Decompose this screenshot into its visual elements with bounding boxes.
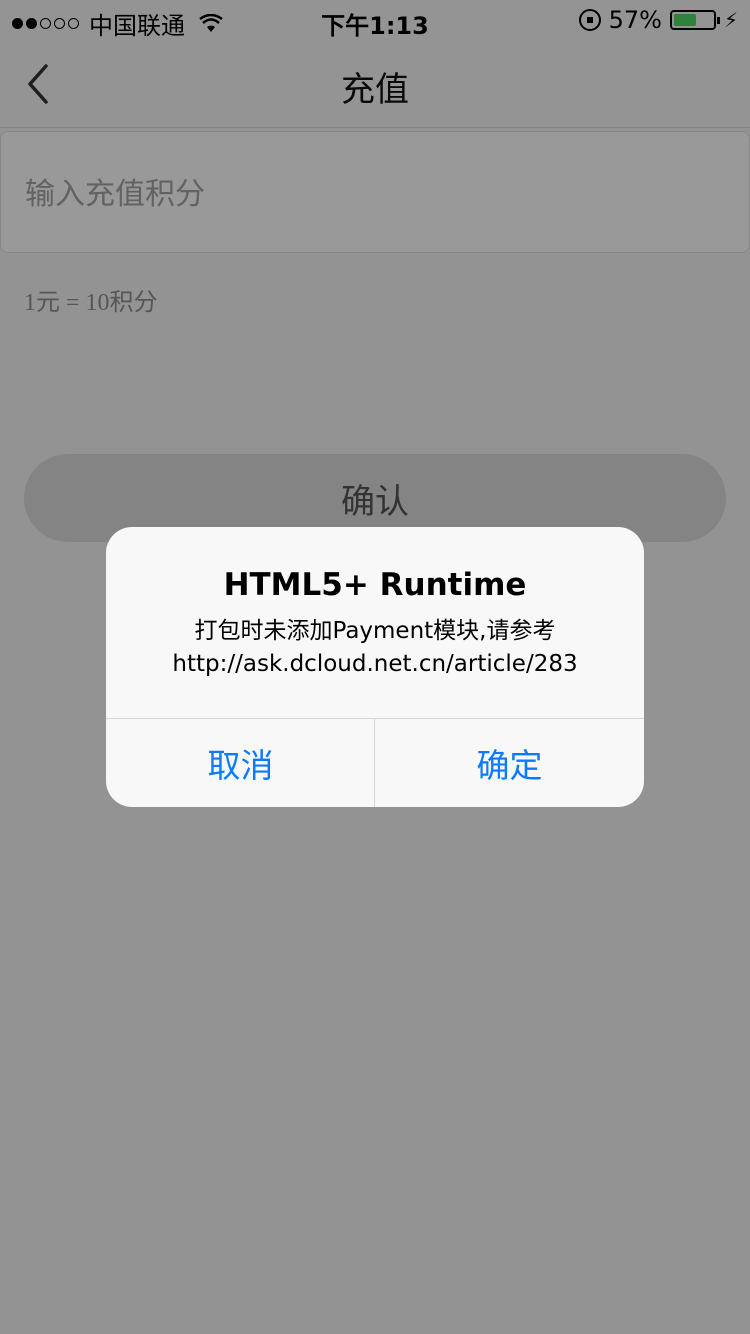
alert-message-link-text: http://ask.dcloud.net.cn/article/283: [172, 651, 578, 677]
alert-title: HTML5+ Runtime: [223, 567, 527, 603]
alert-ok-button[interactable]: 确定: [375, 719, 644, 807]
alert-dialog: HTML5+ Runtime 打包时未添加Payment模块,请参考 http:…: [106, 527, 644, 807]
alert-cancel-button[interactable]: 取消: [106, 719, 375, 807]
alert-message: 打包时未添加Payment模块,请参考 http://ask.dcloud.ne…: [106, 615, 644, 681]
alert-message-line: 打包时未添加Payment模块,请参考: [194, 618, 556, 644]
